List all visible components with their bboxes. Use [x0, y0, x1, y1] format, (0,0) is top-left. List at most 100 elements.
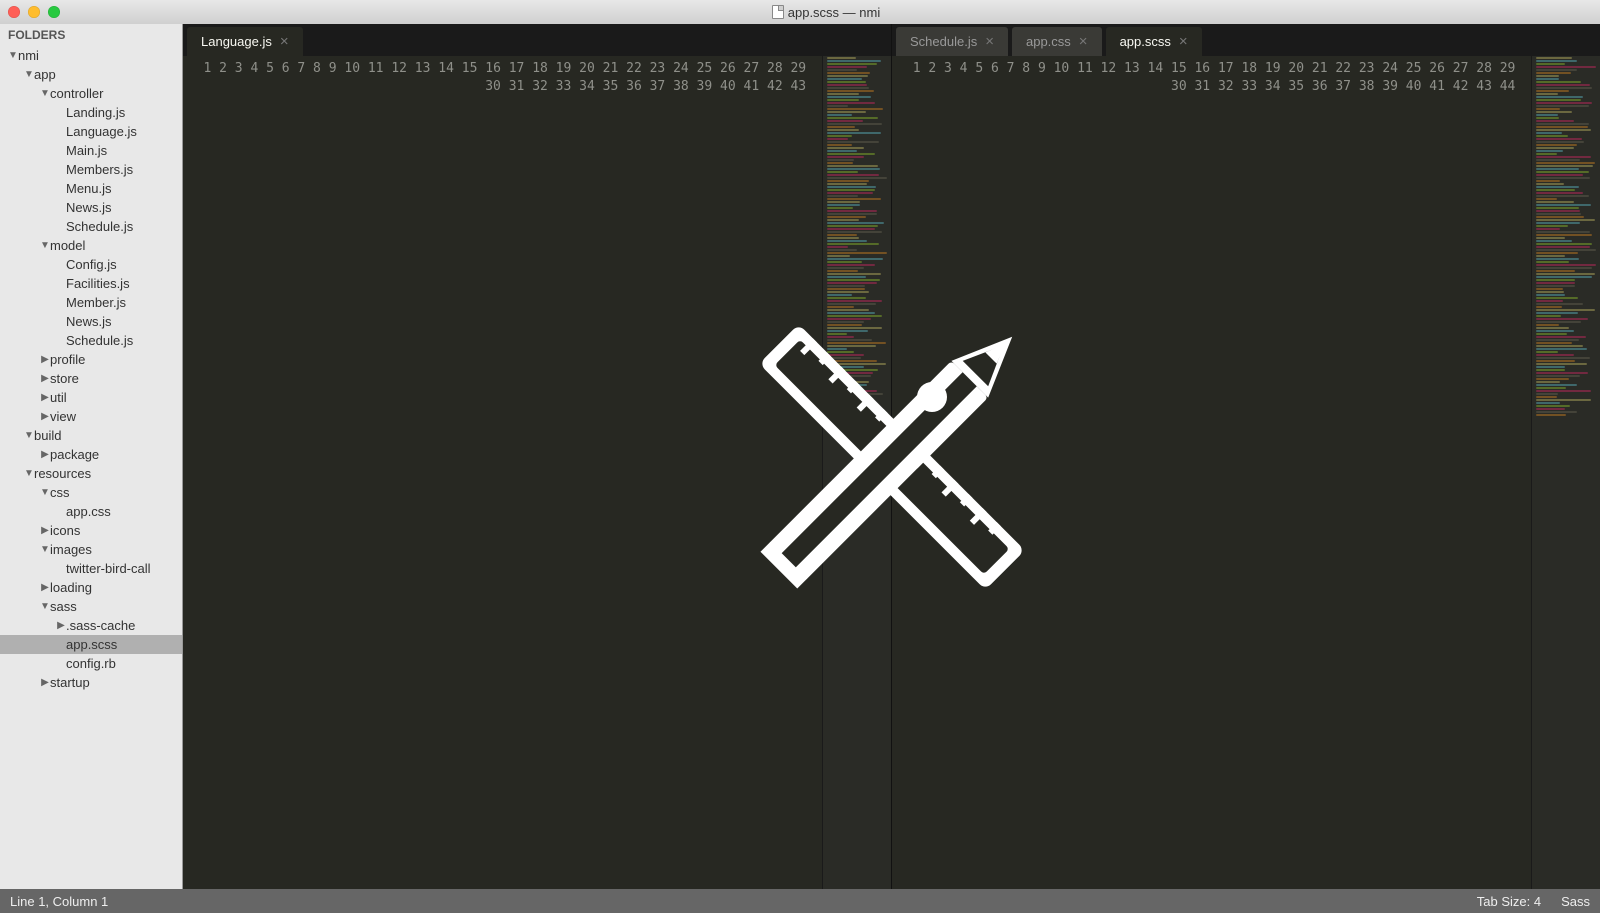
tree-item-label: profile — [50, 352, 85, 367]
tree-item[interactable]: Member.js — [0, 293, 182, 312]
status-syntax[interactable]: Sass — [1561, 894, 1590, 909]
tree-item[interactable]: Config.js — [0, 255, 182, 274]
tree-item-label: config.rb — [66, 656, 116, 671]
tree-item[interactable]: Schedule.js — [0, 331, 182, 350]
tree-item-label: Landing.js — [66, 105, 125, 120]
tree-item-label: css — [50, 485, 70, 500]
disclosure-triangle-icon[interactable] — [40, 487, 50, 498]
tree-item[interactable]: resources — [0, 464, 182, 483]
disclosure-triangle-icon[interactable] — [40, 601, 50, 612]
gutter-right: 1 2 3 4 5 6 7 8 9 10 11 12 13 14 15 16 1… — [892, 56, 1527, 889]
tree-item[interactable]: icons — [0, 521, 182, 540]
gutter-left: 1 2 3 4 5 6 7 8 9 10 11 12 13 14 15 16 1… — [183, 56, 818, 889]
tree-item-label: Language.js — [66, 124, 137, 139]
disclosure-triangle-icon[interactable] — [40, 88, 50, 99]
editor-tab[interactable]: app.css × — [1012, 27, 1102, 56]
editor-right: Schedule.js×app.css×app.scss× 1 2 3 4 5 … — [892, 24, 1600, 889]
disclosure-triangle-icon[interactable] — [40, 240, 50, 251]
disclosure-triangle-icon[interactable] — [40, 373, 50, 384]
tree-item[interactable]: Main.js — [0, 141, 182, 160]
tree-item-label: icons — [50, 523, 80, 538]
tree-item-label: resources — [34, 466, 91, 481]
disclosure-triangle-icon[interactable] — [40, 677, 50, 688]
tree-item[interactable]: package — [0, 445, 182, 464]
close-icon[interactable]: × — [1179, 34, 1188, 49]
sidebar: FOLDERS nmi app controller Landing.js La… — [0, 24, 183, 889]
tree-item[interactable]: startup — [0, 673, 182, 692]
tree-item[interactable]: images — [0, 540, 182, 559]
tree-item-label: startup — [50, 675, 90, 690]
tree-item-label: loading — [50, 580, 92, 595]
minimap-left[interactable] — [822, 56, 891, 889]
tree-item[interactable]: loading — [0, 578, 182, 597]
tree-item[interactable]: profile — [0, 350, 182, 369]
tree-item[interactable]: twitter-bird-call — [0, 559, 182, 578]
window-titlebar: app.scss — nmi — [0, 0, 1600, 24]
tree-item[interactable]: Facilities.js — [0, 274, 182, 293]
disclosure-triangle-icon[interactable] — [40, 544, 50, 555]
tree-item[interactable]: nmi — [0, 46, 182, 65]
disclosure-triangle-icon[interactable] — [40, 354, 50, 365]
close-icon[interactable]: × — [280, 34, 289, 49]
tab-bar-left: Language.js× — [183, 24, 891, 56]
tree-item[interactable]: controller — [0, 84, 182, 103]
tree-item-label: util — [50, 390, 67, 405]
disclosure-triangle-icon[interactable] — [24, 468, 34, 479]
tree-item-label: app — [34, 67, 56, 82]
disclosure-triangle-icon[interactable] — [40, 525, 50, 536]
zoom-button[interactable] — [48, 6, 60, 18]
editor-tab[interactable]: Schedule.js × — [896, 27, 1008, 56]
tree-item[interactable]: Menu.js — [0, 179, 182, 198]
traffic-lights — [8, 6, 60, 18]
disclosure-triangle-icon[interactable] — [24, 69, 34, 80]
file-icon — [772, 5, 784, 19]
tree-item-label: Main.js — [66, 143, 107, 158]
close-button[interactable] — [8, 6, 20, 18]
tree-item[interactable]: Members.js — [0, 160, 182, 179]
tree-item[interactable]: News.js — [0, 312, 182, 331]
status-position: Line 1, Column 1 — [10, 894, 1477, 909]
tree-item[interactable]: view — [0, 407, 182, 426]
disclosure-triangle-icon[interactable] — [40, 392, 50, 403]
tree-item[interactable]: store — [0, 369, 182, 388]
tree-item[interactable]: app.css — [0, 502, 182, 521]
tree-item[interactable]: model — [0, 236, 182, 255]
tree-item[interactable]: sass — [0, 597, 182, 616]
tree-item[interactable]: config.rb — [0, 654, 182, 673]
editor-left: Language.js× 1 2 3 4 5 6 7 8 9 10 11 12 … — [183, 24, 892, 889]
tree-item[interactable]: css — [0, 483, 182, 502]
tree-item[interactable]: app — [0, 65, 182, 84]
tree-item-label: build — [34, 428, 61, 443]
disclosure-triangle-icon[interactable] — [56, 620, 66, 631]
tree-item[interactable]: util — [0, 388, 182, 407]
folder-tree: nmi app controller Landing.js Language.j… — [0, 46, 182, 696]
tree-item-label: Member.js — [66, 295, 126, 310]
tree-item-label: News.js — [66, 314, 112, 329]
minimize-button[interactable] — [28, 6, 40, 18]
disclosure-triangle-icon[interactable] — [40, 582, 50, 593]
status-tab-size[interactable]: Tab Size: 4 — [1477, 894, 1541, 909]
tab-bar-right: Schedule.js×app.css×app.scss× — [892, 24, 1600, 56]
close-icon[interactable]: × — [985, 34, 994, 49]
minimap-right[interactable] — [1531, 56, 1600, 889]
tree-item[interactable]: Language.js — [0, 122, 182, 141]
tree-item[interactable]: build — [0, 426, 182, 445]
tab-label: Schedule.js — [910, 34, 977, 49]
tree-item[interactable]: Schedule.js — [0, 217, 182, 236]
tree-item-label: Schedule.js — [66, 333, 133, 348]
disclosure-triangle-icon[interactable] — [40, 411, 50, 422]
tree-item-label: sass — [50, 599, 77, 614]
tree-item[interactable]: Landing.js — [0, 103, 182, 122]
disclosure-triangle-icon[interactable] — [8, 50, 18, 61]
disclosure-triangle-icon[interactable] — [40, 449, 50, 460]
tree-item-label: Members.js — [66, 162, 133, 177]
tab-label: app.css — [1026, 34, 1071, 49]
tree-item[interactable]: app.scss — [0, 635, 182, 654]
tree-item[interactable]: News.js — [0, 198, 182, 217]
tree-item-label: Config.js — [66, 257, 117, 272]
disclosure-triangle-icon[interactable] — [24, 430, 34, 441]
tree-item[interactable]: .sass-cache — [0, 616, 182, 635]
close-icon[interactable]: × — [1079, 34, 1088, 49]
editor-tab[interactable]: Language.js× — [187, 27, 303, 56]
editor-tab[interactable]: app.scss× — [1106, 27, 1202, 56]
